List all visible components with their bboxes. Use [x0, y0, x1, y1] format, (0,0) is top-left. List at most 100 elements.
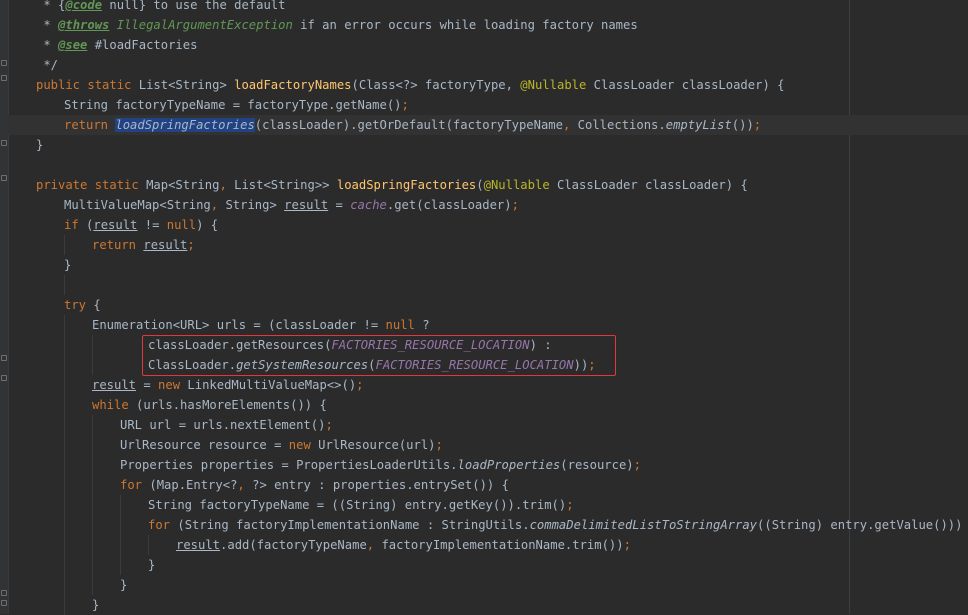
code-text: } [120, 575, 127, 595]
code-token: } [120, 578, 128, 592]
code-line[interactable]: } [8, 595, 968, 615]
code-token: @see [58, 38, 88, 52]
code-line[interactable]: UrlResource resource = new UrlResource(u… [8, 435, 968, 455]
code-line[interactable]: return result; [8, 235, 968, 255]
code-token: } [92, 598, 100, 612]
code-text: * @throws IllegalArgumentException if an… [36, 15, 637, 35]
code-token: ( [476, 178, 484, 192]
indent-guide [64, 555, 65, 575]
code-text: try { [64, 295, 101, 315]
code-token: , [366, 538, 382, 552]
code-line[interactable]: URL url = urls.nextElement(); [8, 415, 968, 435]
code-text: } [148, 555, 155, 575]
code-line[interactable]: result.add(factoryTypeName, factoryImple… [8, 535, 968, 555]
code-text: ClassLoader.getSystemResources(FACTORIES… [148, 355, 596, 375]
indent-guide [92, 415, 93, 435]
code-token: result [92, 378, 137, 392]
indent-guide [64, 395, 65, 415]
code-token: new [158, 378, 188, 392]
code-line[interactable]: public static List<String> loadFactoryNa… [8, 75, 968, 95]
code-token: getSystemResources [236, 358, 369, 372]
indent-guide [64, 455, 65, 475]
indent-guide [92, 475, 93, 495]
code-line[interactable]: try { [8, 295, 968, 315]
code-token: = [136, 378, 159, 392]
code-token: } [64, 258, 72, 272]
code-text: while (urls.hasMoreElements()) { [92, 395, 327, 415]
code-line[interactable]: Properties properties = PropertiesLoader… [8, 455, 968, 475]
code-token: ; [753, 118, 762, 132]
code-line[interactable]: return loadSpringFactories(classLoader).… [8, 115, 968, 135]
code-line[interactable] [8, 275, 968, 295]
code-line[interactable]: ClassLoader.getSystemResources(FACTORIES… [8, 355, 968, 375]
code-line[interactable]: * @throws IllegalArgumentException if an… [8, 15, 968, 35]
code-line[interactable]: } [8, 555, 968, 575]
code-text: } [36, 135, 43, 155]
code-token: ; [435, 438, 443, 452]
code-line[interactable]: } [8, 575, 968, 595]
code-token: ? [422, 318, 430, 332]
code-token: result [93, 218, 138, 232]
code-token: * { [36, 0, 66, 12]
code-line[interactable]: for (Map.Entry<?, ?> entry : properties.… [8, 475, 968, 495]
indent-guide [64, 495, 65, 515]
code-token: , [219, 178, 235, 192]
code-token: #loadFactories [87, 38, 198, 52]
code-token: for [148, 518, 178, 532]
code-token: result [176, 538, 221, 552]
code-line[interactable]: String factoryTypeName = factoryType.get… [8, 95, 968, 115]
code-token: FACTORIES_RESOURCE_LOCATION [375, 358, 574, 372]
code-text: MultiValueMap<String, String> result = c… [64, 195, 519, 215]
code-line[interactable]: } [8, 255, 968, 275]
code-line[interactable]: result = new LinkedMultiValueMap<>(); [8, 375, 968, 395]
code-editor[interactable]: * {@code null} to use the default * @thr… [0, 0, 968, 615]
code-text: Properties properties = PropertiesLoader… [120, 455, 641, 475]
code-line[interactable]: * @see #loadFactories [8, 35, 968, 55]
code-line[interactable]: Enumeration<URL> urls = (classLoader != … [8, 315, 968, 335]
code-token: private static [36, 178, 147, 192]
code-line[interactable]: * {@code null} to use the default [8, 0, 968, 15]
code-token: ; [401, 98, 409, 112]
code-text: if (result != null) { [64, 215, 218, 235]
code-token: (urls.hasMoreElements()) { [136, 398, 327, 412]
code-token: return [64, 118, 116, 132]
code-token: MultiValueMap<String [64, 198, 211, 212]
code-line[interactable]: classLoader.getResources(FACTORIES_RESOU… [8, 335, 968, 355]
code-text: return loadSpringFactories(classLoader).… [64, 115, 761, 135]
code-token: Collections. [577, 118, 666, 132]
code-token: String factoryTypeName = factoryType.get… [64, 98, 402, 112]
code-text: String factoryTypeName = factoryType.get… [64, 95, 409, 115]
code-line[interactable]: for (String factoryImplementationName : … [8, 515, 968, 535]
code-line[interactable] [8, 155, 968, 175]
indent-guide [64, 375, 65, 395]
code-line[interactable]: } [8, 135, 968, 155]
code-line[interactable]: */ [8, 55, 968, 75]
code-line[interactable]: private static Map<String, List<String>>… [8, 175, 968, 195]
code-line[interactable]: if (result != null) { [8, 215, 968, 235]
indent-guide [92, 435, 93, 455]
indent-guide [64, 475, 65, 495]
code-token: ; [623, 538, 631, 552]
indent-guide [92, 355, 93, 375]
code-line[interactable]: while (urls.hasMoreElements()) { [8, 395, 968, 415]
code-text: result = new LinkedMultiValueMap<>(); [92, 375, 364, 395]
code-line[interactable]: MultiValueMap<String, String> result = c… [8, 195, 968, 215]
code-token: (classLoader).getOrDefault(factoryTypeNa… [254, 118, 563, 132]
code-token: ; [566, 498, 574, 512]
code-token: ; [187, 238, 195, 252]
code-text: UrlResource resource = new UrlResource(u… [120, 435, 443, 455]
code-token: } [148, 558, 156, 572]
code-token: .add(factoryTypeName [220, 538, 367, 552]
code-token: ; [633, 458, 641, 472]
indent-guide [120, 515, 121, 535]
code-token: UrlResource(url) [318, 438, 436, 452]
code-token: loadSpringFactories [336, 178, 477, 192]
code-token: String factoryTypeName = ((String) entry… [148, 498, 567, 512]
indent-guide [64, 355, 65, 375]
code-token: loadSpringFactories [115, 118, 255, 132]
code-line[interactable]: String factoryTypeName = ((String) entry… [8, 495, 968, 515]
indent-guide [120, 495, 121, 515]
indent-guide [92, 455, 93, 475]
code-text: Enumeration<URL> urls = (classLoader != … [92, 315, 430, 335]
code-token: LinkedMultiValueMap<>() [187, 378, 357, 392]
